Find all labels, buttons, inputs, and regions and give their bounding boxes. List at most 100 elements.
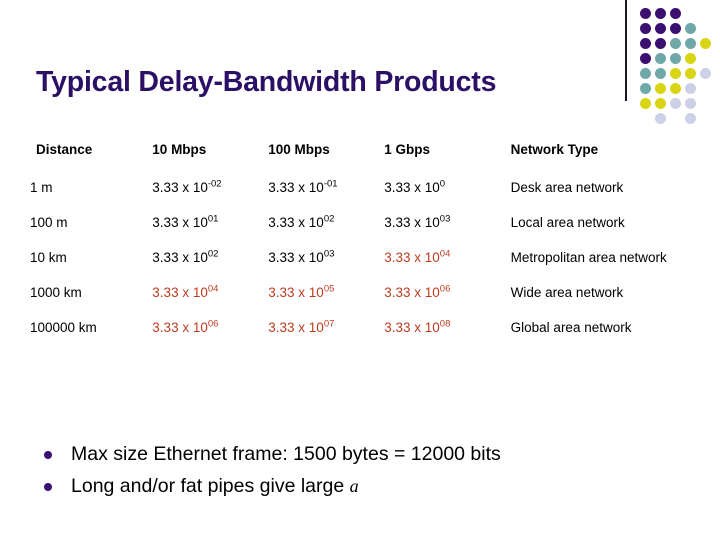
table-row: 100000 km 3.33 x 1006 3.33 x 1007 3.33 x 10…	[30, 319, 690, 354]
cell-network-type: Wide area network	[510, 285, 624, 300]
cell-100mbps: 3.33 x 1007	[268, 319, 384, 354]
exponent: 02	[207, 248, 219, 260]
table-row: 1 m 3.33 x 10-02 3.33 x 10-01 3.33 x 100 Des…	[30, 179, 690, 214]
decorative-dot	[685, 113, 696, 124]
mantissa: 3.33 x 10	[152, 285, 208, 300]
decorative-dot	[640, 23, 651, 34]
mantissa: 3.33 x 10	[268, 215, 324, 230]
column-header-100mbps: 100 Mbps	[268, 142, 330, 157]
decorative-dot	[700, 38, 711, 49]
bullet-point-icon	[44, 451, 52, 459]
decorative-dot	[655, 23, 666, 34]
mantissa: 3.33 x 10	[152, 215, 208, 230]
cell-1gbps: 3.33 x 1004	[384, 249, 489, 284]
cell-distance: 100000 km	[30, 320, 97, 335]
mantissa: 3.33 x 10	[152, 180, 208, 195]
decorative-dot	[640, 83, 651, 94]
exponent: 0	[439, 178, 446, 190]
decorative-dot	[655, 98, 666, 109]
summary-bullet-list: Max size Ethernet frame: 1500 bytes = 12…	[36, 441, 696, 505]
decorative-dot	[670, 8, 681, 19]
decorative-dot	[685, 38, 696, 49]
cell-10mbps: 3.33 x 1002	[152, 249, 268, 284]
scientific-value: 3.33 x 100	[384, 178, 446, 195]
column-header-1gbps: 1 Gbps	[384, 142, 430, 157]
decorative-dot	[670, 53, 681, 64]
scientific-value: 3.33 x 1003	[268, 248, 335, 265]
cell-100mbps: 3.33 x 1005	[268, 284, 384, 319]
cell-1gbps: 3.33 x 1003	[384, 214, 489, 249]
mantissa: 3.33 x 10	[384, 285, 440, 300]
mantissa: 3.33 x 10	[268, 285, 324, 300]
decorative-dot	[670, 98, 681, 109]
decorative-dot	[655, 8, 666, 19]
exponent: 07	[323, 318, 335, 330]
decorative-dot	[640, 8, 651, 19]
mantissa: 3.33 x 10	[384, 215, 440, 230]
column-header-distance: Distance	[36, 142, 93, 157]
exponent: 03	[323, 248, 335, 260]
cell-1gbps: 3.33 x 1008	[384, 319, 489, 354]
cell-100mbps: 3.33 x 1003	[268, 249, 384, 284]
decorative-dot	[685, 23, 696, 34]
cell-100mbps: 3.33 x 10-01	[268, 179, 384, 214]
exponent: 04	[439, 248, 451, 260]
decorative-dot	[685, 68, 696, 79]
cell-network-type: Local area network	[510, 215, 625, 230]
decorative-dot	[685, 53, 696, 64]
exponent: 05	[323, 283, 335, 295]
delay-bandwidth-table: Distance 10 Mbps 100 Mbps 1 Gbps Network…	[30, 142, 690, 354]
column-header-10mbps: 10 Mbps	[152, 142, 207, 157]
column-header-network-type: Network Type	[510, 142, 599, 157]
exponent: 08	[439, 318, 451, 330]
list-item: Max size Ethernet frame: 1500 bytes = 12…	[36, 441, 696, 467]
table-row: 100 m 3.33 x 1001 3.33 x 1002 3.33 x 1003 Lo…	[30, 214, 690, 249]
mantissa: 3.33 x 10	[384, 250, 440, 265]
scientific-value: 3.33 x 1002	[268, 214, 334, 230]
decorative-dot-grid	[640, 8, 718, 124]
scientific-value: 3.33 x 1004	[152, 283, 219, 300]
decorative-dot	[655, 68, 666, 79]
scientific-value: 3.33 x 10-01	[268, 179, 354, 196]
decorative-dot	[640, 98, 651, 109]
decorative-dot	[670, 83, 681, 94]
decorative-dot	[655, 38, 666, 49]
list-item-label: Long and/or fat pipes give large	[71, 475, 350, 497]
cell-100mbps: 3.33 x 1002	[268, 214, 384, 249]
cell-10mbps: 3.33 x 1001	[152, 214, 268, 249]
cell-distance: 100 m	[30, 215, 68, 230]
exponent: 06	[439, 283, 451, 295]
mantissa: 3.33 x 10	[268, 180, 324, 195]
table-row: 10 km 3.33 x 1002 3.33 x 1003 3.33 x 1004 Me…	[30, 249, 690, 284]
scientific-value: 3.33 x 1007	[268, 318, 335, 335]
mantissa: 3.33 x 10	[152, 250, 208, 265]
mantissa: 3.33 x 10	[384, 180, 440, 195]
list-item: Long and/or fat pipes give large a	[36, 473, 696, 499]
cell-10mbps: 3.33 x 10-02	[152, 179, 268, 214]
mantissa: 3.33 x 10	[268, 320, 324, 335]
title-divider	[625, 0, 627, 101]
cell-distance: 10 km	[30, 250, 67, 265]
mantissa: 3.33 x 10	[152, 320, 208, 335]
table-row: 1000 km 3.33 x 1004 3.33 x 1005 3.33 x 1006…	[30, 284, 690, 319]
cell-10mbps: 3.33 x 1004	[152, 284, 268, 319]
cell-1gbps: 3.33 x 100	[384, 179, 489, 214]
decorative-dot	[655, 53, 666, 64]
scientific-value: 3.33 x 1002	[152, 248, 219, 265]
table-header: Distance 10 Mbps 100 Mbps 1 Gbps Network…	[30, 142, 690, 179]
decorative-dot	[640, 53, 651, 64]
math-variable: a	[349, 476, 359, 496]
scientific-value: 3.33 x 1008	[384, 318, 451, 335]
scientific-value: 3.33 x 1003	[384, 214, 450, 230]
scientific-value: 3.33 x 1006	[152, 319, 218, 335]
cell-network-type: Desk area network	[510, 180, 624, 195]
decorative-dot	[640, 38, 651, 49]
exponent: -02	[207, 178, 222, 190]
scientific-value: 3.33 x 10-02	[152, 178, 222, 195]
decorative-dot	[640, 68, 651, 79]
decorative-dot	[655, 83, 666, 94]
exponent: 04	[207, 283, 219, 295]
exponent: -01	[323, 178, 338, 190]
decorative-dot	[685, 83, 696, 94]
table-body: 1 m 3.33 x 10-02 3.33 x 10-01 3.33 x 100 Des…	[30, 179, 690, 354]
